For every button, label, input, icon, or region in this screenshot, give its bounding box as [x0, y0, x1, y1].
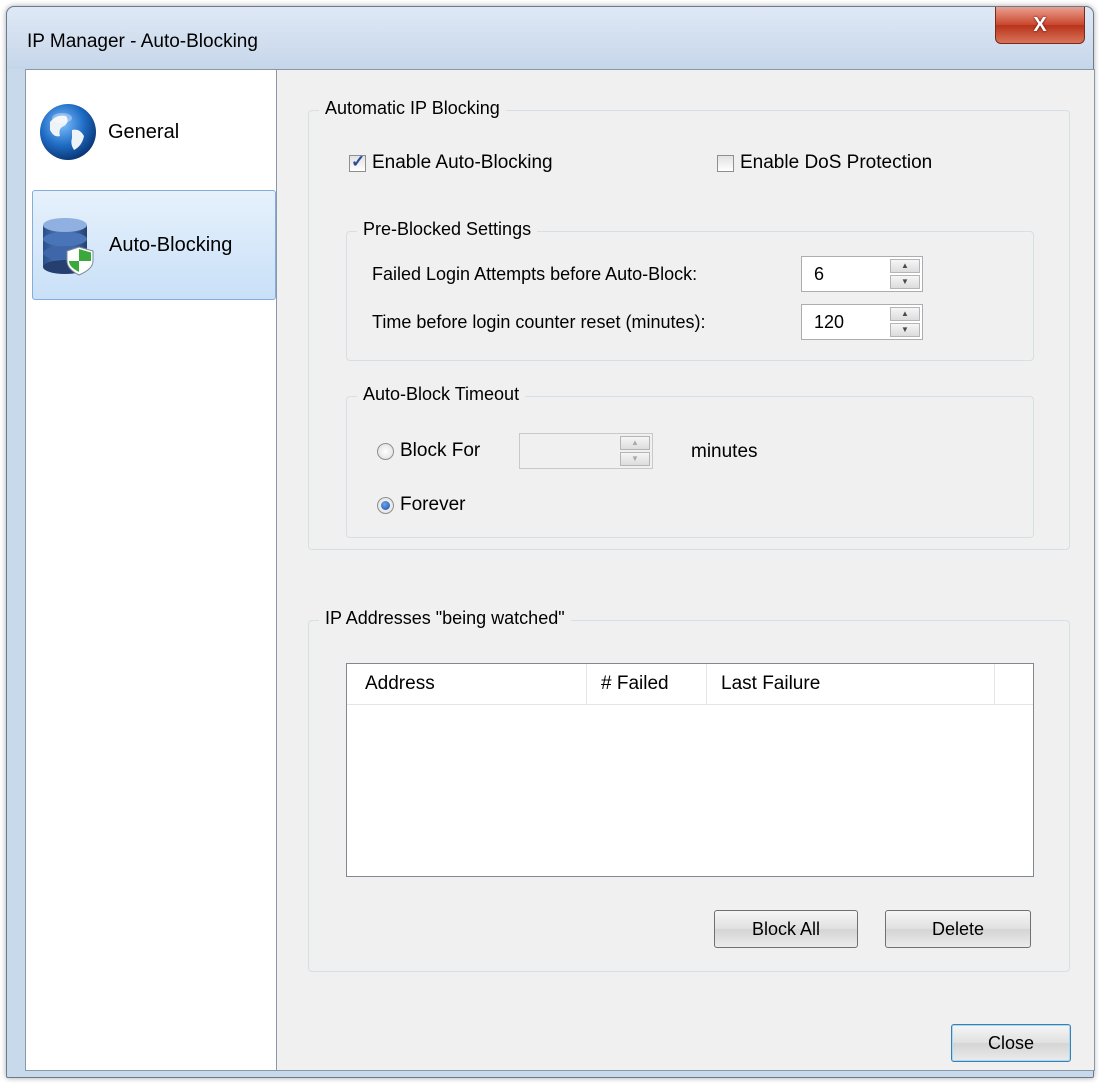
radio-label: Forever [400, 494, 466, 515]
radio-label: Block For [400, 440, 481, 461]
group-title: Automatic IP Blocking [319, 98, 506, 119]
block-for-minutes-spinner[interactable]: ▲ ▼ [519, 433, 653, 469]
block-all-button[interactable]: Block All [714, 910, 858, 948]
spin-down-icon[interactable]: ▼ [890, 323, 920, 337]
sidebar: General Auto-Blocking [26, 70, 277, 1070]
watched-addresses-group: IP Addresses "being watched" Address # F… [308, 608, 1070, 972]
auto-block-timeout-group: Auto-Block Timeout Block For ▲ ▼ minutes… [346, 384, 1034, 538]
spinner-buttons: ▲ ▼ [890, 307, 920, 337]
block-for-radio[interactable]: Block For [377, 440, 480, 462]
pre-blocked-settings-group: Pre-Blocked Settings Failed Login Attemp… [346, 219, 1034, 361]
spin-up-icon[interactable]: ▲ [890, 307, 920, 321]
radio-circle[interactable] [377, 442, 394, 460]
group-title: Auto-Block Timeout [357, 384, 526, 405]
failed-attempts-spinner[interactable]: 6 ▲ ▼ [801, 256, 923, 292]
group-title: Pre-Blocked Settings [357, 219, 538, 240]
radio-circle[interactable] [377, 496, 394, 514]
column-header-failed[interactable]: # Failed [587, 664, 707, 704]
enable-auto-blocking-checkbox[interactable]: Enable Auto-Blocking [349, 152, 553, 174]
column-header-label: # Failed [601, 673, 669, 694]
sidebar-item-general[interactable]: General [32, 78, 274, 186]
title-bar[interactable]: IP Manager - Auto-Blocking X [7, 7, 1093, 69]
spin-up-icon[interactable]: ▲ [890, 259, 920, 273]
list-header: Address # Failed Last Failure [347, 664, 1033, 705]
button-label: Block All [751, 918, 821, 939]
dialog-client-area: General Auto-Blocking Automatic IP Block… [25, 69, 1095, 1071]
close-icon: X [1033, 13, 1047, 36]
reset-time-label: Time before login counter reset (minutes… [372, 312, 706, 332]
column-header-label: Address [365, 673, 435, 694]
reset-time-spinner[interactable]: 120 ▲ ▼ [801, 304, 923, 340]
database-shield-icon [43, 218, 94, 276]
column-header-last-failure[interactable]: Last Failure [707, 664, 995, 704]
spinner-value[interactable]: 6 [814, 264, 824, 285]
sidebar-item-label: General [108, 120, 180, 143]
checkbox-box[interactable] [349, 152, 366, 172]
minutes-label: minutes [691, 441, 758, 462]
window-close-button[interactable]: X [995, 7, 1085, 44]
sidebar-item-label: Auto-Blocking [109, 233, 233, 256]
button-label: Delete [931, 918, 985, 939]
checkbox-box[interactable] [717, 154, 734, 172]
spin-up-icon[interactable]: ▲ [620, 436, 650, 450]
spinner-value[interactable]: 120 [814, 312, 844, 333]
enable-dos-protection-checkbox[interactable]: Enable DoS Protection [717, 152, 932, 174]
watched-addresses-list[interactable]: Address # Failed Last Failure [346, 663, 1034, 877]
spin-down-icon[interactable]: ▼ [620, 452, 650, 466]
button-label: Close [987, 1032, 1035, 1053]
forever-radio[interactable]: Forever [377, 494, 465, 516]
sidebar-item-auto-blocking[interactable]: Auto-Blocking [32, 190, 276, 300]
spin-down-icon[interactable]: ▼ [890, 275, 920, 289]
close-button[interactable]: Close [951, 1024, 1071, 1062]
checkbox-label: Enable DoS Protection [740, 152, 933, 173]
spinner-buttons: ▲ ▼ [890, 259, 920, 289]
delete-button[interactable]: Delete [885, 910, 1031, 948]
group-title: IP Addresses "being watched" [319, 608, 571, 629]
window-title: IP Manager - Auto-Blocking [27, 31, 258, 52]
globe-icon [40, 104, 96, 160]
failed-attempts-label: Failed Login Attempts before Auto-Block: [372, 264, 698, 284]
spinner-buttons: ▲ ▼ [620, 436, 650, 466]
checkbox-label: Enable Auto-Blocking [372, 152, 553, 173]
column-header-address[interactable]: Address [347, 664, 587, 704]
dialog-window: IP Manager - Auto-Blocking X General Aut… [6, 6, 1095, 1078]
automatic-ip-blocking-group: Automatic IP Blocking Enable Auto-Blocki… [308, 98, 1070, 550]
column-header-label: Last Failure [721, 673, 821, 694]
